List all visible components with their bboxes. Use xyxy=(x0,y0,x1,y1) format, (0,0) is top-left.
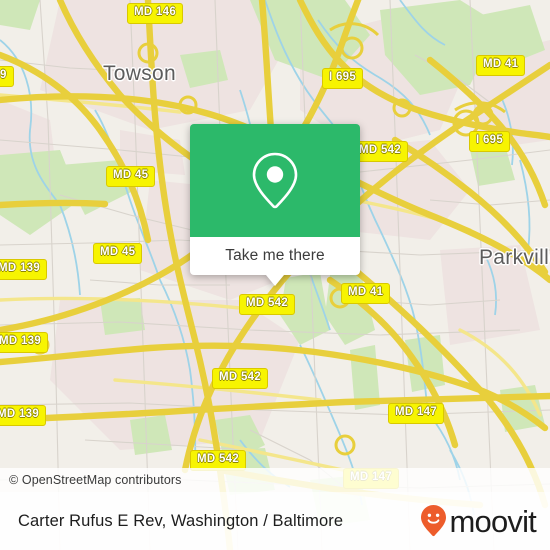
map-screenshot: Towson Parkville MD 146 I 695 MD 41 I 69… xyxy=(0,0,550,550)
take-me-there-label: Take me there xyxy=(225,247,325,264)
shield-md-41-a: MD 41 xyxy=(476,55,526,76)
moovit-logo[interactable]: moovit xyxy=(420,503,537,539)
shield-md-139-b: MD 139 xyxy=(0,332,49,353)
osm-attribution-text: © OpenStreetMap contributors xyxy=(9,473,182,487)
shield-md-45-b: MD 45 xyxy=(93,243,143,264)
location-popup[interactable]: Take me there xyxy=(190,124,360,286)
shield-md-542-a: MD 542 xyxy=(352,141,409,162)
shield-edge-partial: 9 xyxy=(0,66,14,87)
osm-attribution: © OpenStreetMap contributors xyxy=(0,468,550,492)
shield-i-695-b: I 695 xyxy=(469,131,511,152)
shield-md-139-c: MD 139 xyxy=(0,405,47,426)
shield-md-146: MD 146 xyxy=(127,3,184,24)
location-pin-icon xyxy=(252,152,298,208)
moovit-wordmark: moovit xyxy=(449,503,536,539)
shield-md-45-a: MD 45 xyxy=(106,166,156,187)
shield-md-139-a: MD 139 xyxy=(0,259,48,280)
shield-i-695-a: I 695 xyxy=(322,68,364,89)
shield-md-147-a: MD 147 xyxy=(388,403,445,424)
shield-md-542-c: MD 542 xyxy=(212,368,269,389)
location-title: Carter Rufus E Rev, Washington / Baltimo… xyxy=(18,511,344,530)
moovit-pin-smiley-icon xyxy=(421,505,447,537)
popup-action-bar[interactable]: Take me there xyxy=(190,237,360,275)
shield-md-41-b: MD 41 xyxy=(341,283,391,304)
footer-bar: Carter Rufus E Rev, Washington / Baltimo… xyxy=(0,492,550,550)
shield-md-542-b: MD 542 xyxy=(239,294,296,315)
popup-tail xyxy=(266,275,284,286)
popup-header xyxy=(190,124,360,237)
